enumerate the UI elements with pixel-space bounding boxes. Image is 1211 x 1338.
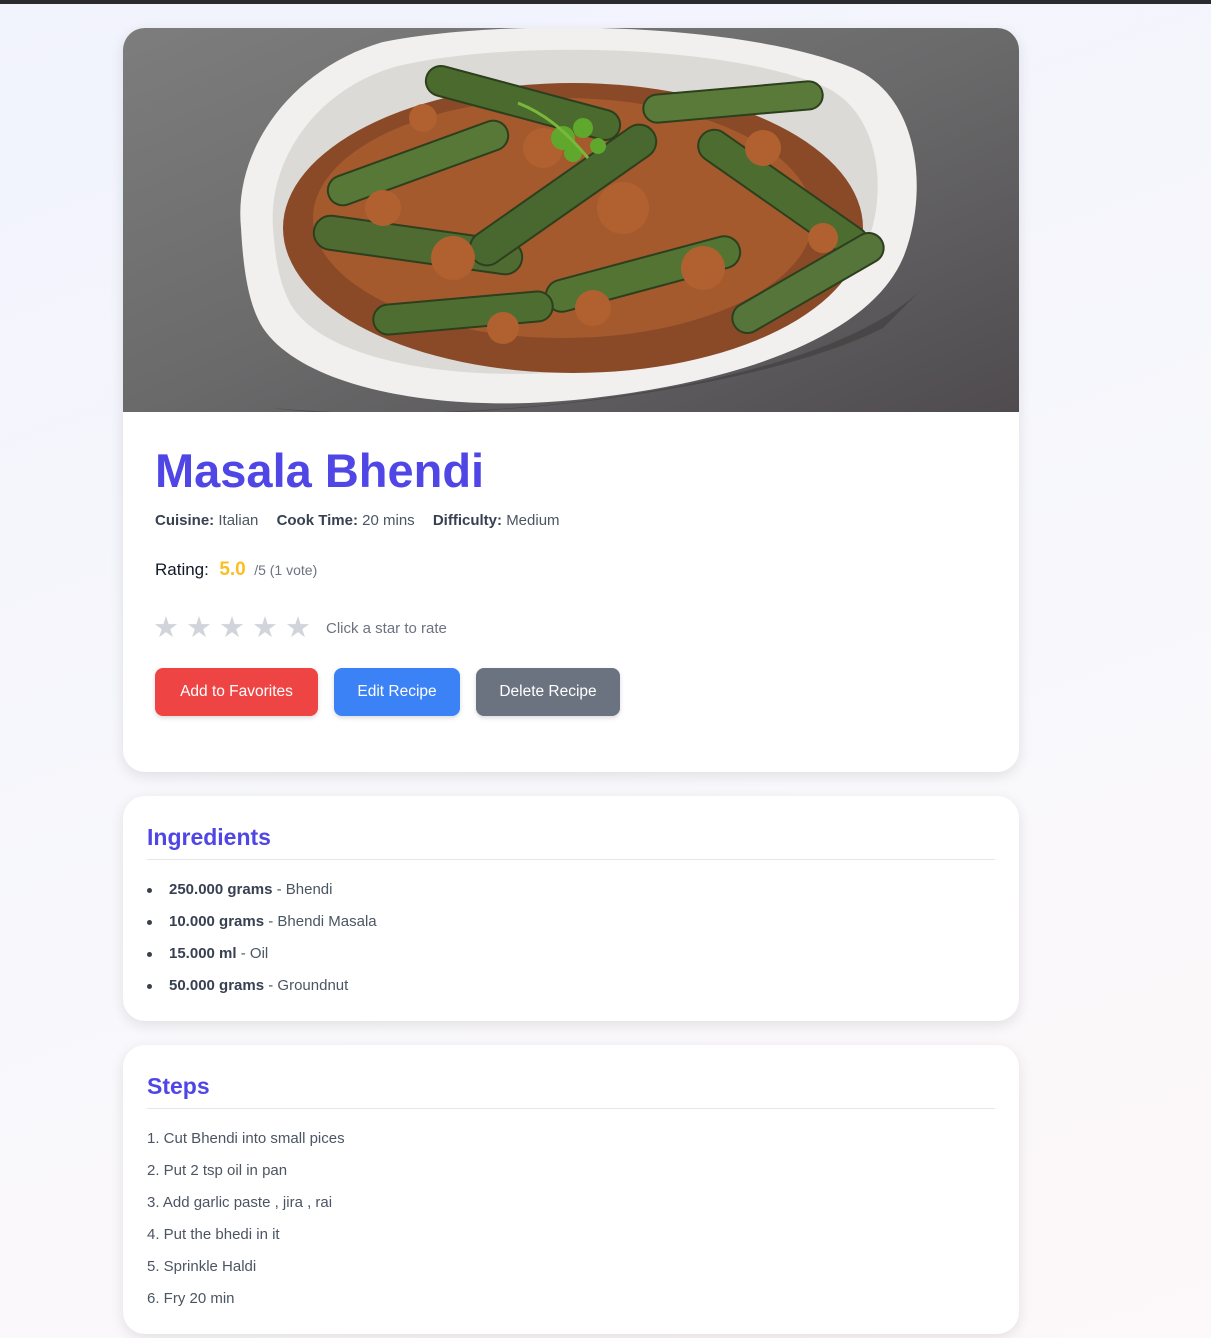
ingredient-qty: 250.000 grams <box>169 881 273 898</box>
ingredient-name: Oil <box>249 945 269 962</box>
steps-list: 1. Cut Bhendi into small pices 2. Put 2 … <box>147 1123 345 1315</box>
steps-divider <box>147 1108 995 1109</box>
rating-score: 5.0 <box>219 559 246 580</box>
star-icon-3[interactable]: ★ <box>219 612 252 644</box>
rating-votes: /5 (1 vote) <box>254 562 318 578</box>
star-rating-input: ★ ★ ★ ★ ★ Click a star to rate <box>153 612 447 644</box>
difficulty-value: Medium <box>506 512 560 529</box>
recipe-card: Masala Bhendi Cuisine: Italian Cook Time… <box>123 28 1019 772</box>
steps-title: Steps <box>147 1073 210 1099</box>
ingredient-item: 15.000 ml - Oil <box>147 938 377 970</box>
ingredient-item: 250.000 grams - Bhendi <box>147 874 377 906</box>
rate-hint: Click a star to rate <box>326 619 447 637</box>
cook-time-label: Cook Time: <box>276 512 358 529</box>
ingredient-qty: 15.000 ml <box>169 945 237 962</box>
ingredient-item: 10.000 grams - Bhendi Masala <box>147 906 377 938</box>
step-item: 4. Put the bhedi in it <box>147 1226 280 1243</box>
ingredient-qty: 50.000 grams <box>169 977 265 994</box>
recipe-meta: Cuisine: Italian Cook Time: 20 mins Diff… <box>155 512 574 529</box>
step-item: 6. Fry 20 min <box>147 1290 235 1307</box>
ingredients-card: Ingredients 250.000 grams - Bhendi 10.00… <box>123 796 1019 1021</box>
step-item: 5. Sprinkle Haldi <box>147 1258 257 1275</box>
step-item: 1. Cut Bhendi into small pices <box>147 1130 345 1147</box>
add-to-favorites-button[interactable]: Add to Favorites <box>155 668 318 716</box>
cook-time-info: Cook Time: 20 mins <box>277 512 415 529</box>
cuisine-value: Italian <box>218 512 259 529</box>
ingredient-name: Bhendi <box>285 881 333 898</box>
star-icon-2[interactable]: ★ <box>186 612 219 644</box>
ingredient-qty: 10.000 grams <box>169 913 265 930</box>
ingredients-title: Ingredients <box>147 824 271 850</box>
recipe-image <box>123 28 1019 412</box>
star-icon-5[interactable]: ★ <box>285 612 318 644</box>
difficulty-info: Difficulty: Medium <box>433 512 560 529</box>
steps-card: Steps 1. Cut Bhendi into small pices 2. … <box>123 1045 1019 1334</box>
browser-top-bar <box>0 0 1211 4</box>
delete-recipe-button[interactable]: Delete Recipe <box>476 668 620 716</box>
rating-label: Rating: <box>155 560 209 579</box>
cuisine-label: Cuisine: <box>155 512 215 529</box>
step-item: 3. Add garlic paste , jira , rai <box>147 1194 333 1211</box>
cuisine-info: Cuisine: Italian <box>155 512 258 529</box>
recipe-title: Masala Bhendi <box>155 444 485 497</box>
difficulty-label: Difficulty: <box>432 512 503 529</box>
cook-time-value: 20 mins <box>362 512 415 529</box>
ingredient-name: Groundnut <box>277 977 349 994</box>
ingredients-list: 250.000 grams - Bhendi 10.000 grams - Bh… <box>147 874 377 1002</box>
step-item: 2. Put 2 tsp oil in pan <box>147 1162 288 1179</box>
ingredients-divider <box>147 859 995 860</box>
rating-summary: Rating: 5.0 /5 (1 vote) <box>155 559 317 581</box>
ingredient-item: 50.000 grams - Groundnut <box>147 970 377 1002</box>
edit-recipe-button[interactable]: Edit Recipe <box>334 668 460 716</box>
ingredient-name: Bhendi Masala <box>277 913 377 930</box>
star-icon-4[interactable]: ★ <box>252 612 285 644</box>
star-icon-1[interactable]: ★ <box>153 612 186 644</box>
